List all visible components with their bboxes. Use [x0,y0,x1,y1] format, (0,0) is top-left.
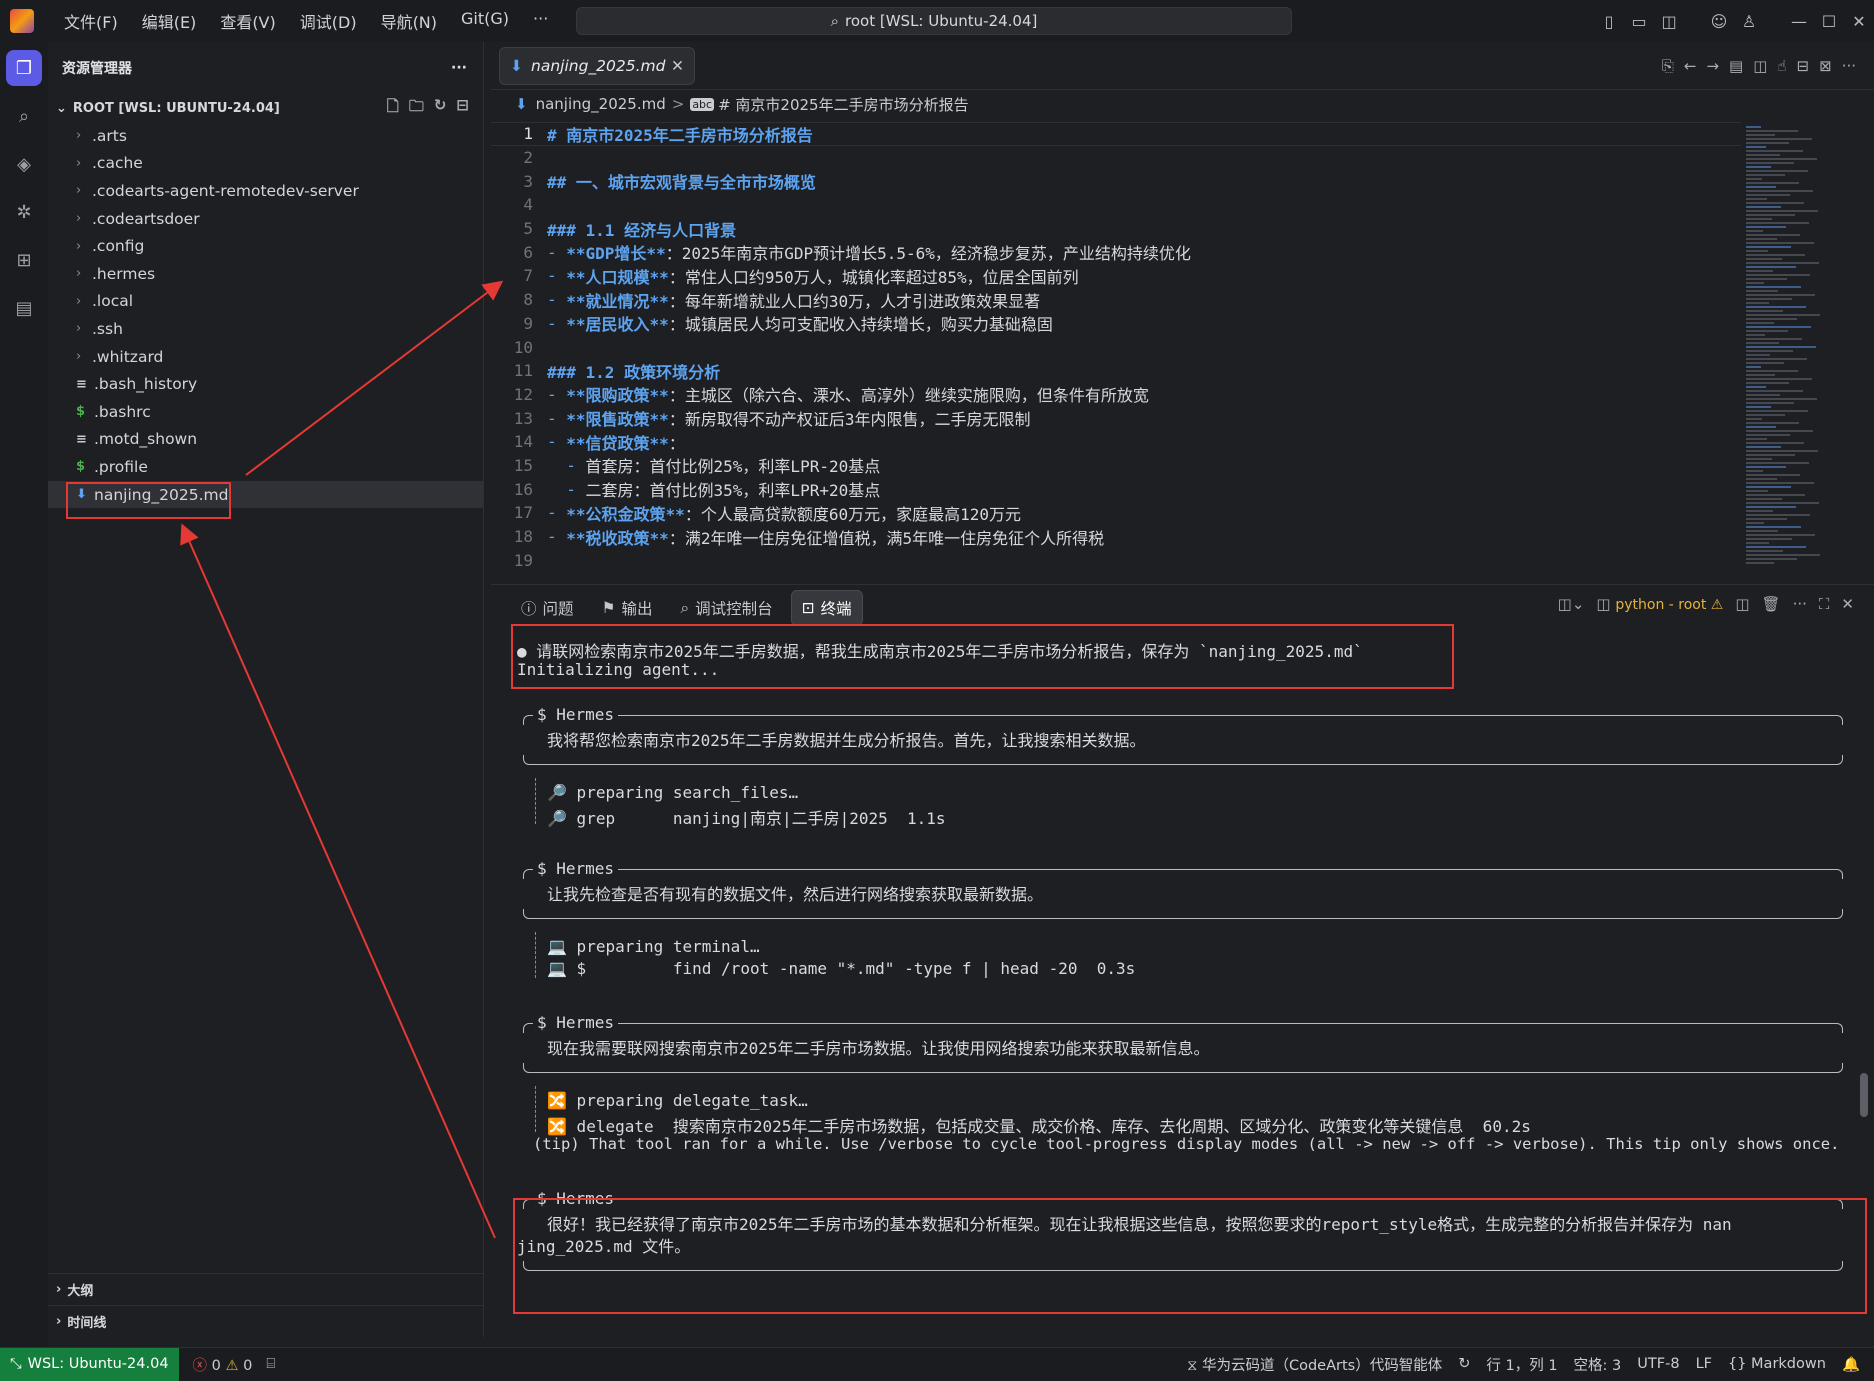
annotation-arrows [180,280,504,1239]
annotation-arrow-to-file [180,523,496,1239]
annotation-arrow-to-editor [245,280,504,476]
